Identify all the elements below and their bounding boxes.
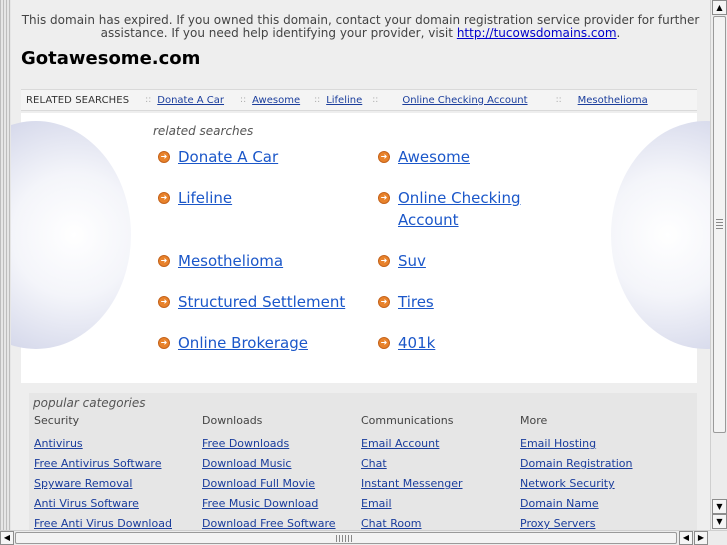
related-searches-bar: RELATED SEARCHES :: Donate A Car :: Awes… bbox=[21, 89, 697, 111]
horizontal-scrollbar[interactable]: ◀ ◀ ▶ bbox=[0, 530, 727, 545]
category-link[interactable]: Download Full Movie bbox=[202, 474, 336, 494]
category-link[interactable]: Instant Messenger bbox=[361, 474, 463, 494]
related-link-item: ➜ Tires bbox=[378, 291, 434, 313]
related-link-item: ➜ 401k bbox=[378, 332, 435, 354]
separator: :: bbox=[240, 95, 247, 105]
grip-icon bbox=[716, 217, 723, 229]
arrow-right-circle-icon: ➜ bbox=[378, 255, 390, 267]
grip-icon bbox=[336, 535, 352, 542]
category-link[interactable]: Download Music bbox=[202, 454, 336, 474]
category-link[interactable]: Network Security bbox=[520, 474, 633, 494]
tucows-link[interactable]: http://tucowsdomains.com bbox=[457, 26, 617, 40]
separator: :: bbox=[555, 95, 562, 105]
window-left-edge bbox=[0, 0, 11, 530]
related-link-item: ➜ Suv bbox=[378, 250, 426, 272]
category-link[interactable]: Spyware Removal bbox=[34, 474, 172, 494]
vertical-scrollbar[interactable]: ▲ ▼ ▼ bbox=[710, 0, 727, 530]
arrow-right-circle-icon: ➜ bbox=[378, 337, 390, 349]
related-searches-heading: related searches bbox=[153, 124, 254, 138]
separator: :: bbox=[314, 95, 321, 105]
topbar-link-mesothelioma[interactable]: Mesothelioma bbox=[578, 95, 648, 106]
category-link[interactable]: Free Anti Virus Download bbox=[34, 514, 172, 530]
arrow-right-circle-icon: ➜ bbox=[158, 255, 170, 267]
topbar-link-donate-a-car[interactable]: Donate A Car bbox=[157, 95, 224, 106]
category-link[interactable]: Chat Room bbox=[361, 514, 463, 530]
arrow-right-circle-icon: ➜ bbox=[378, 296, 390, 308]
related-link-donate-a-car[interactable]: Donate A Car bbox=[178, 146, 278, 168]
category-column-security: Security Antivirus Free Antivirus Softwa… bbox=[34, 414, 172, 530]
related-link-item: ➜ Lifeline bbox=[158, 187, 232, 209]
related-link-item: ➜ Donate A Car bbox=[158, 146, 278, 168]
category-heading: Security bbox=[34, 414, 80, 427]
related-searches-label: RELATED SEARCHES bbox=[26, 94, 130, 106]
category-link[interactable]: Email bbox=[361, 494, 463, 514]
category-column-downloads: Downloads Free Downloads Download Music … bbox=[202, 414, 336, 530]
arrow-right-circle-icon: ➜ bbox=[378, 192, 390, 204]
category-heading: Communications bbox=[361, 414, 454, 427]
related-link-structured-settlement[interactable]: Structured Settlement bbox=[178, 291, 345, 313]
category-link[interactable]: Free Antivirus Software bbox=[34, 454, 172, 474]
scroll-left-button[interactable]: ◀ bbox=[0, 531, 14, 545]
topbar-link-awesome[interactable]: Awesome bbox=[252, 95, 300, 106]
related-link-item: ➜ Awesome bbox=[378, 146, 470, 168]
popular-categories-heading: popular categories bbox=[33, 396, 146, 410]
related-link-awesome[interactable]: Awesome bbox=[398, 146, 470, 168]
category-column-more: More Email Hosting Domain Registration N… bbox=[520, 414, 633, 530]
arrow-right-circle-icon: ➜ bbox=[158, 337, 170, 349]
expired-notice: This domain has expired. If you owned th… bbox=[11, 14, 710, 40]
scroll-down-button-secondary[interactable]: ▼ bbox=[712, 514, 727, 529]
page-viewport: This domain has expired. If you owned th… bbox=[11, 0, 710, 530]
related-searches-panel: related searches ➜ Donate A Car ➜ Awesom… bbox=[11, 113, 710, 383]
category-heading: Downloads bbox=[202, 414, 263, 427]
right-decorative-disc bbox=[611, 121, 710, 349]
related-link-item: ➜ Online Checking Account bbox=[378, 187, 548, 231]
related-link-suv[interactable]: Suv bbox=[398, 250, 426, 272]
category-link[interactable]: Chat bbox=[361, 454, 463, 474]
category-link[interactable]: Email Hosting bbox=[520, 434, 633, 454]
category-link[interactable]: Email Account bbox=[361, 434, 463, 454]
site-title: Gotawesome.com bbox=[21, 48, 201, 69]
related-link-tires[interactable]: Tires bbox=[398, 291, 434, 313]
vertical-scroll-thumb[interactable] bbox=[713, 16, 726, 433]
scroll-right-button[interactable]: ▶ bbox=[694, 531, 708, 545]
popular-categories-panel: popular categories Security Antivirus Fr… bbox=[29, 393, 697, 530]
related-link-online-brokerage[interactable]: Online Brokerage bbox=[178, 332, 308, 354]
related-link-online-checking-account[interactable]: Online Checking Account bbox=[398, 187, 548, 231]
left-decorative-disc bbox=[11, 121, 131, 349]
category-column-communications: Communications Email Account Chat Instan… bbox=[361, 414, 463, 530]
arrow-right-circle-icon: ➜ bbox=[158, 296, 170, 308]
arrow-right-circle-icon: ➜ bbox=[378, 151, 390, 163]
scroll-left-button-secondary[interactable]: ◀ bbox=[679, 531, 693, 545]
category-link[interactable]: Download Free Software bbox=[202, 514, 336, 530]
category-link[interactable]: Domain Registration bbox=[520, 454, 633, 474]
separator: :: bbox=[372, 95, 379, 105]
related-link-item: ➜ Structured Settlement bbox=[158, 291, 345, 313]
related-link-item: ➜ Mesothelioma bbox=[158, 250, 283, 272]
related-link-item: ➜ Online Brokerage bbox=[158, 332, 308, 354]
scroll-up-button[interactable]: ▲ bbox=[712, 0, 727, 15]
category-link[interactable]: Free Downloads bbox=[202, 434, 336, 454]
related-link-lifeline[interactable]: Lifeline bbox=[178, 187, 232, 209]
category-link[interactable]: Anti Virus Software bbox=[34, 494, 172, 514]
category-link[interactable]: Free Music Download bbox=[202, 494, 336, 514]
scroll-down-button[interactable]: ▼ bbox=[712, 499, 727, 514]
category-heading: More bbox=[520, 414, 548, 427]
arrow-right-circle-icon: ➜ bbox=[158, 151, 170, 163]
category-link[interactable]: Domain Name bbox=[520, 494, 633, 514]
related-link-401k[interactable]: 401k bbox=[398, 332, 435, 354]
related-link-mesothelioma[interactable]: Mesothelioma bbox=[178, 250, 283, 272]
topbar-link-lifeline[interactable]: Lifeline bbox=[326, 95, 362, 106]
horizontal-scroll-thumb[interactable] bbox=[15, 532, 677, 544]
expired-notice-tail: . bbox=[616, 26, 621, 40]
topbar-link-online-checking-account[interactable]: Online Checking Account bbox=[402, 95, 527, 106]
category-link[interactable]: Antivirus bbox=[34, 434, 172, 454]
arrow-right-circle-icon: ➜ bbox=[158, 192, 170, 204]
category-link[interactable]: Proxy Servers bbox=[520, 514, 633, 530]
separator: :: bbox=[145, 95, 152, 105]
